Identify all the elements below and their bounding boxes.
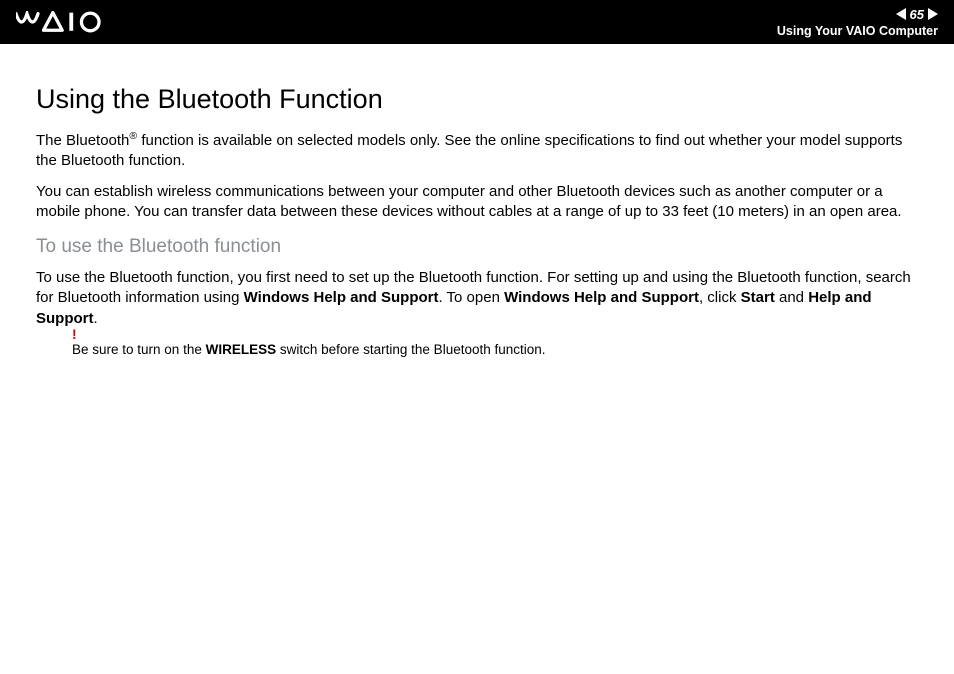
prev-page-icon[interactable] — [896, 8, 906, 20]
warning-note: ! Be sure to turn on the WIRELESS switch… — [72, 341, 918, 359]
page-title: Using the Bluetooth Function — [36, 84, 918, 115]
next-page-icon[interactable] — [928, 8, 938, 20]
vaio-logo — [16, 11, 126, 33]
header-right: 65 Using Your VAIO Computer — [777, 7, 938, 38]
page-number: 65 — [910, 7, 924, 22]
intro-paragraph-2: You can establish wireless communication… — [36, 182, 918, 223]
warning-icon: ! — [72, 325, 77, 344]
page-content: Using the Bluetooth Function The Bluetoo… — [0, 44, 954, 359]
breadcrumb: Using Your VAIO Computer — [777, 24, 938, 38]
intro-paragraph-1: The Bluetooth® function is available on … — [36, 129, 918, 172]
header-bar: 65 Using Your VAIO Computer — [0, 0, 954, 44]
subheading: To use the Bluetooth function — [36, 236, 918, 258]
page-navigator: 65 — [896, 7, 938, 22]
instruction-paragraph: To use the Bluetooth function, you first… — [36, 268, 918, 329]
